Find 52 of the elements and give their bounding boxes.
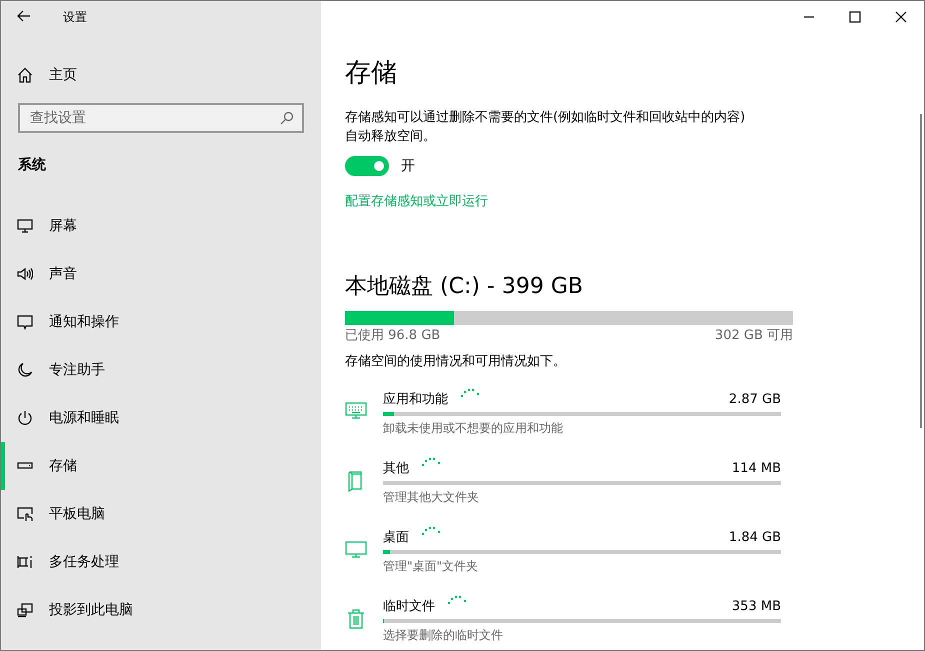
category-size: 353 MB <box>732 598 781 614</box>
sidebar-item[interactable]: 多任务处理 <box>1 538 321 586</box>
moon-icon <box>17 362 33 378</box>
category-description: 管理"桌面"文件夹 <box>383 558 480 575</box>
sidebar-item[interactable]: 屏幕 <box>1 202 321 250</box>
sidebar-item[interactable]: 声音 <box>1 250 321 298</box>
monitor-icon <box>17 218 33 234</box>
scrollbar[interactable] <box>920 114 922 428</box>
category-size: 1.84 GB <box>728 530 781 544</box>
free-text: 302 GB 可用 <box>714 327 793 344</box>
trash-icon <box>345 608 367 630</box>
category-name[interactable]: 临时文件 <box>383 597 435 615</box>
message-icon <box>17 314 33 330</box>
search-icon <box>280 111 294 125</box>
loading-icon <box>460 387 480 397</box>
page-title: 存储 <box>345 57 398 90</box>
category-name[interactable]: 应用和功能 <box>383 390 448 408</box>
close-icon <box>895 11 907 23</box>
home-icon <box>17 67 33 83</box>
sidebar-item[interactable]: 平板电脑 <box>1 490 321 538</box>
sidebar-item[interactable]: 投影到此电脑 <box>1 586 321 634</box>
toggle-label: 开 <box>401 157 415 175</box>
speaker-icon <box>17 266 33 282</box>
description-text: 存储感知可以通过删除不需要的文件(例如临时文件和回收站中的内容)自动释放空间。 <box>345 109 746 146</box>
loading-icon <box>421 456 441 466</box>
home-nav-item[interactable]: 主页 <box>1 51 321 99</box>
power-icon <box>17 410 33 426</box>
disk-title: 本地磁盘 (C:) - 399 GB <box>345 273 584 301</box>
category-size: 2.87 GB <box>728 392 781 406</box>
tablet-touch-icon <box>17 506 33 522</box>
caption-text: 存储空间的使用情况和可用情况如下。 <box>345 353 567 370</box>
loading-icon <box>447 594 467 604</box>
back-arrow-icon <box>17 10 31 22</box>
section-heading: 系统 <box>17 156 47 175</box>
category-description: 卸载未使用或不想要的应用和功能 <box>383 420 564 437</box>
category-description: 管理其他大文件夹 <box>383 489 480 506</box>
window-title: 设置 <box>63 8 87 26</box>
category-name[interactable]: 桌面 <box>383 528 409 546</box>
sidebar-item[interactable]: 电源和睡眠 <box>1 394 321 442</box>
category-name[interactable]: 其他 <box>383 459 409 477</box>
loading-icon <box>421 525 441 535</box>
project-icon <box>17 602 33 618</box>
search-field[interactable]: 查找设置 <box>18 103 304 133</box>
sidebar-item[interactable]: 通知和操作 <box>1 298 321 346</box>
sidebar-item[interactable]: 专注助手 <box>1 346 321 394</box>
category-description: 选择要删除的临时文件 <box>383 627 504 644</box>
maximize-icon <box>849 11 861 23</box>
toggle-switch[interactable] <box>345 156 389 176</box>
multitask-icon <box>17 554 33 570</box>
category-size: 114 MB <box>732 460 781 476</box>
used-text: 已使用 96.8 GB <box>345 327 440 344</box>
sidebar-item[interactable]: 存储 <box>1 442 321 490</box>
